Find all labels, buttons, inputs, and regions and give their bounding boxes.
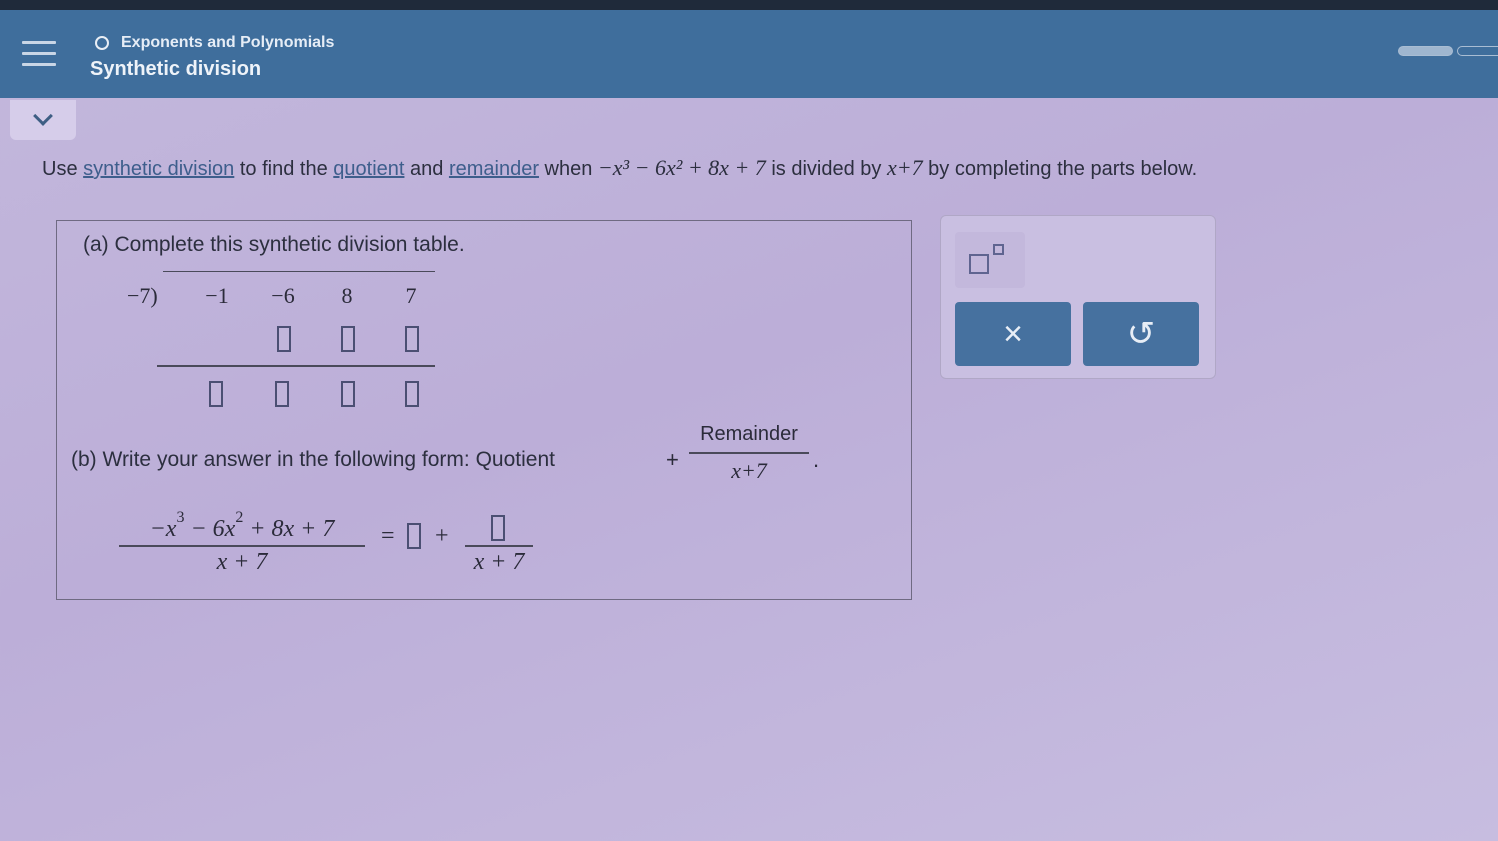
topic-status-icon	[95, 36, 109, 50]
topic-label: Exponents and Polynomials	[121, 34, 335, 51]
instruction-mid1: to find the	[234, 158, 334, 180]
collapse-toggle[interactable]	[10, 100, 76, 140]
table-overline	[163, 271, 435, 272]
progress-indicator	[1398, 46, 1498, 56]
chevron-down-icon	[33, 106, 53, 126]
instruction-mid4: is divided by	[765, 158, 887, 180]
num-term-2: − 6x	[184, 516, 236, 542]
coefficient-3: 8	[341, 283, 353, 308]
table-result-rule	[157, 365, 435, 367]
part-b-form-fraction: Remainder x+7	[689, 423, 809, 484]
part-a-label: (a) Complete this synthetic division tab…	[83, 233, 465, 256]
remainder-denominator: x + 7	[473, 549, 525, 575]
superscript-button[interactable]	[955, 232, 1025, 288]
link-quotient[interactable]: quotient	[333, 158, 404, 180]
part-b-period: .	[813, 447, 820, 472]
coefficient-2: −6	[271, 283, 295, 308]
equation-denominator: x + 7	[216, 549, 268, 575]
remainder-numerator	[465, 511, 533, 547]
result-row-input-3[interactable]	[341, 381, 355, 407]
divisor-expression: x+7	[886, 155, 923, 180]
coefficient-1: −1	[205, 283, 229, 308]
table-divisor: −7)	[127, 283, 158, 308]
dividend-over-divisor: −x3 − 6x2 + 8x + 7 x + 7	[119, 509, 365, 576]
quotient-input[interactable]	[407, 523, 421, 549]
superscript-icon-base	[969, 254, 989, 274]
instruction-mid3: when	[538, 158, 598, 180]
math-toolbox: × ↺	[940, 215, 1216, 379]
synthetic-division-table: −7) −1 −6 8 7	[127, 271, 447, 421]
clear-button[interactable]: ×	[955, 302, 1071, 366]
result-row-input-2[interactable]	[275, 381, 289, 407]
middle-row-input-1[interactable]	[277, 326, 291, 352]
part-b-label: (b) Write your answer in the following f…	[71, 448, 555, 471]
part-b-plus: +	[666, 447, 679, 472]
num-term-1: −x	[149, 516, 177, 542]
menu-icon[interactable]	[22, 41, 56, 67]
result-row-input-4[interactable]	[405, 381, 419, 407]
undo-button[interactable]: ↺	[1083, 302, 1199, 366]
link-synthetic-division[interactable]: synthetic division	[83, 158, 234, 180]
middle-row-input-2[interactable]	[341, 326, 355, 352]
superscript-icon	[993, 244, 1004, 255]
instruction-text: Use synthetic division to find the quoti…	[42, 155, 1197, 181]
progress-bar	[1398, 46, 1453, 56]
result-row-input-1[interactable]	[209, 381, 223, 407]
top-strip	[0, 0, 1498, 10]
progress-bar-track	[1457, 46, 1498, 56]
middle-row-input-3[interactable]	[405, 326, 419, 352]
form-numerator: Remainder	[689, 423, 809, 454]
equation-plus: +	[435, 523, 449, 549]
remainder-fraction: x + 7	[465, 511, 533, 576]
dividend-polynomial: −x³ − 6x² + 8x + 7	[597, 155, 766, 180]
remainder-input[interactable]	[491, 515, 505, 541]
page-title: Synthetic division	[90, 58, 262, 80]
form-denominator: x+7	[731, 458, 767, 483]
equation-numerator: −x3 − 6x2 + 8x + 7	[119, 509, 365, 547]
topic-row: Exponents and Polynomials	[95, 34, 334, 52]
equals-sign: =	[381, 523, 395, 549]
header: Exponents and Polynomials Synthetic divi…	[0, 10, 1498, 98]
coefficient-4: 7	[405, 283, 417, 308]
instruction-suffix: by completing the parts below.	[922, 158, 1198, 180]
instruction-prefix: Use	[42, 158, 84, 180]
answer-equation: −x3 − 6x2 + 8x + 7 x + 7 = + x + 7	[119, 501, 619, 591]
link-remainder[interactable]: remainder	[449, 158, 539, 180]
question-panel: (a) Complete this synthetic division tab…	[56, 220, 912, 600]
instruction-mid2: and	[404, 158, 449, 180]
num-term-3: + 8x + 7	[243, 516, 335, 542]
